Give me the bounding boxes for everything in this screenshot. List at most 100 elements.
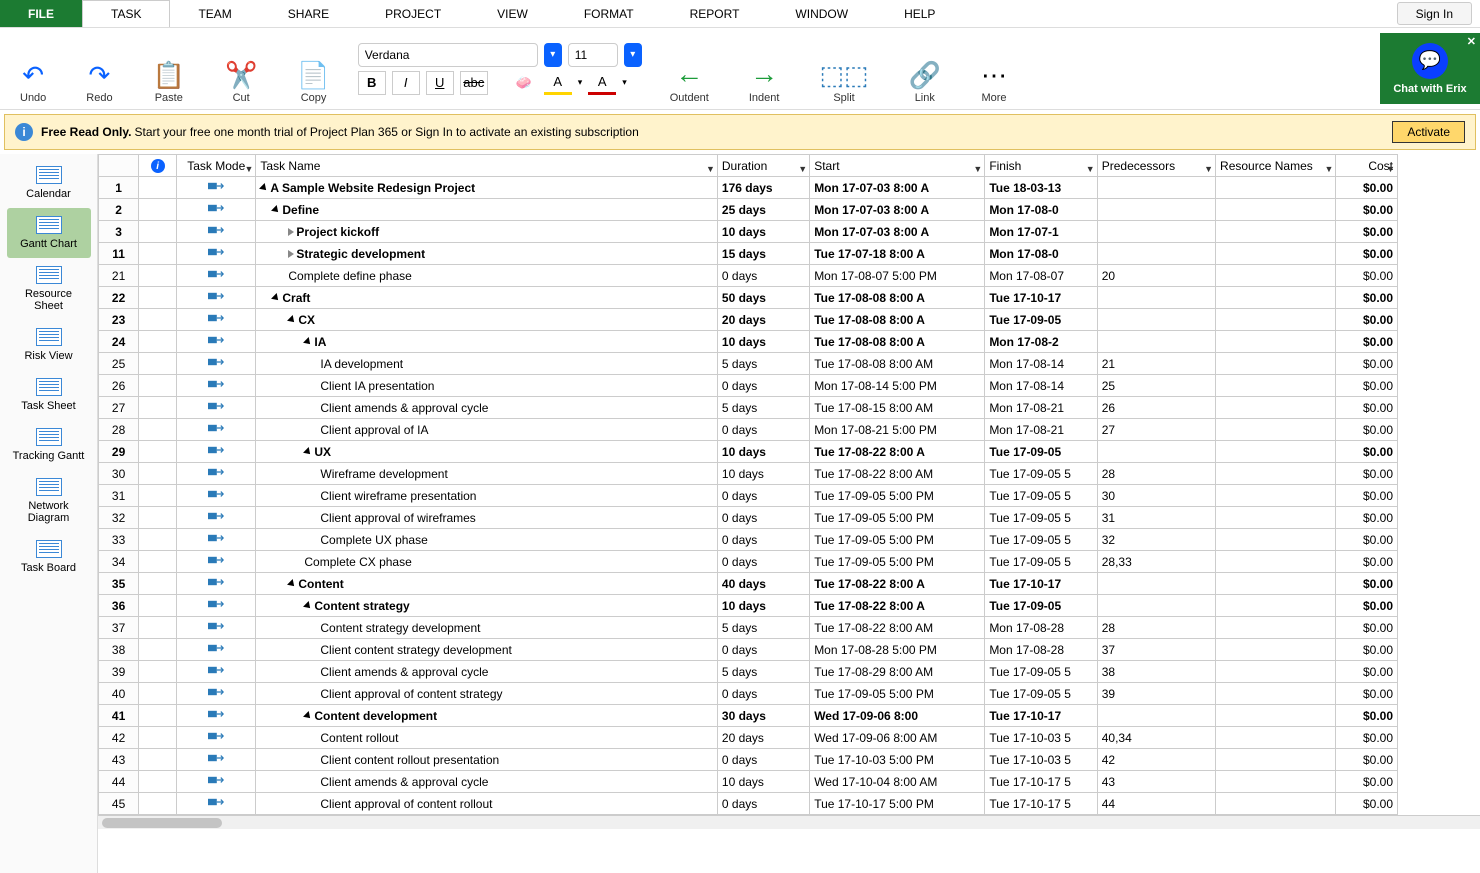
more-group[interactable]: ⋯ More bbox=[961, 33, 1027, 104]
table-row[interactable]: 25IA development5 daysTue 17-08-08 8:00 … bbox=[99, 353, 1398, 375]
sidebar-item-gantt-chart[interactable]: Gantt Chart bbox=[7, 208, 91, 258]
cell[interactable]: 0 days bbox=[717, 551, 809, 573]
cell[interactable]: 10 days bbox=[717, 441, 809, 463]
chat-close-icon[interactable]: ✕ bbox=[1467, 35, 1476, 48]
cell[interactable]: Tue 17-10-17 bbox=[985, 287, 1097, 309]
table-row[interactable]: 43Client content rollout presentation0 d… bbox=[99, 749, 1398, 771]
cell[interactable]: Client amends & approval cycle bbox=[256, 661, 718, 683]
cell[interactable]: 0 days bbox=[717, 683, 809, 705]
cell[interactable] bbox=[139, 771, 177, 793]
cell[interactable]: 0 days bbox=[717, 507, 809, 529]
cell[interactable]: 28 bbox=[1097, 463, 1215, 485]
cell[interactable]: Strategic development bbox=[256, 243, 718, 265]
cell[interactable] bbox=[1216, 529, 1336, 551]
cell[interactable]: 37 bbox=[1097, 639, 1215, 661]
cell[interactable]: 0 days bbox=[717, 419, 809, 441]
menu-project[interactable]: PROJECT bbox=[357, 0, 469, 27]
cell[interactable]: 42 bbox=[1097, 749, 1215, 771]
cell[interactable]: Tue 17-08-22 8:00 A bbox=[810, 441, 985, 463]
cell[interactable]: 44 bbox=[1097, 793, 1215, 815]
cell[interactable] bbox=[177, 331, 256, 353]
cell[interactable]: Tue 17-08-22 8:00 AM bbox=[810, 463, 985, 485]
column-header[interactable]: Task Mode▼ bbox=[177, 155, 256, 177]
menu-window[interactable]: WINDOW bbox=[767, 0, 876, 27]
cell[interactable]: 10 days bbox=[717, 331, 809, 353]
cell[interactable]: Tue 17-09-05 5:00 PM bbox=[810, 683, 985, 705]
cell[interactable]: 1 bbox=[99, 177, 139, 199]
cell[interactable] bbox=[1216, 639, 1336, 661]
column-header[interactable]: Cost▼ bbox=[1336, 155, 1398, 177]
cell[interactable] bbox=[139, 353, 177, 375]
cell[interactable]: 30 days bbox=[717, 705, 809, 727]
cell[interactable]: Complete UX phase bbox=[256, 529, 718, 551]
sidebar-item-task-board[interactable]: Task Board bbox=[7, 532, 91, 582]
cell[interactable]: 44 bbox=[99, 771, 139, 793]
cell[interactable]: 21 bbox=[99, 265, 139, 287]
cell[interactable]: $0.00 bbox=[1336, 507, 1398, 529]
cell[interactable]: Mon 17-08-0 bbox=[985, 243, 1097, 265]
cell[interactable]: Tue 17-09-05 5 bbox=[985, 551, 1097, 573]
filter-icon[interactable]: ▼ bbox=[706, 164, 715, 174]
cell[interactable]: Tue 17-08-29 8:00 AM bbox=[810, 661, 985, 683]
cell[interactable] bbox=[139, 375, 177, 397]
cell[interactable]: 41 bbox=[99, 705, 139, 727]
cell[interactable]: Tue 17-09-05 5 bbox=[985, 485, 1097, 507]
menu-file[interactable]: FILE bbox=[0, 0, 82, 27]
cell[interactable] bbox=[1216, 749, 1336, 771]
table-row[interactable]: 30Wireframe development10 daysTue 17-08-… bbox=[99, 463, 1398, 485]
column-header[interactable]: Duration▼ bbox=[717, 155, 809, 177]
expand-icon[interactable] bbox=[288, 228, 294, 236]
cell[interactable]: 0 days bbox=[717, 793, 809, 815]
cell[interactable] bbox=[177, 639, 256, 661]
cell[interactable]: Mon 17-08-07 5:00 PM bbox=[810, 265, 985, 287]
cell[interactable]: 0 days bbox=[717, 639, 809, 661]
cell[interactable] bbox=[139, 287, 177, 309]
cell[interactable]: Tue 17-10-17 5 bbox=[985, 793, 1097, 815]
cell[interactable]: Tue 17-09-05 5 bbox=[985, 507, 1097, 529]
cell[interactable]: Mon 17-08-28 bbox=[985, 617, 1097, 639]
filter-icon[interactable]: ▼ bbox=[1324, 164, 1333, 174]
cell[interactable]: Client amends & approval cycle bbox=[256, 771, 718, 793]
sidebar-item-risk-view[interactable]: Risk View bbox=[7, 320, 91, 370]
cell[interactable] bbox=[177, 177, 256, 199]
table-row[interactable]: 35Content40 daysTue 17-08-22 8:00 ATue 1… bbox=[99, 573, 1398, 595]
column-header[interactable]: i bbox=[139, 155, 177, 177]
cell[interactable]: 5 days bbox=[717, 661, 809, 683]
font-size-select[interactable] bbox=[568, 43, 618, 67]
cell[interactable] bbox=[1216, 793, 1336, 815]
cell[interactable]: Tue 17-10-03 5 bbox=[985, 727, 1097, 749]
cell[interactable]: Tue 17-09-05 5 bbox=[985, 463, 1097, 485]
cell[interactable]: Tue 17-07-18 8:00 A bbox=[810, 243, 985, 265]
cell[interactable] bbox=[177, 485, 256, 507]
cell[interactable] bbox=[177, 441, 256, 463]
cell[interactable]: A Sample Website Redesign Project bbox=[256, 177, 718, 199]
cell[interactable] bbox=[1097, 331, 1215, 353]
cell[interactable]: Mon 17-08-28 5:00 PM bbox=[810, 639, 985, 661]
filter-icon[interactable]: ▼ bbox=[244, 164, 253, 174]
cell[interactable]: Content strategy bbox=[256, 595, 718, 617]
cell[interactable]: 5 days bbox=[717, 353, 809, 375]
cell[interactable]: Tue 17-08-08 8:00 A bbox=[810, 331, 985, 353]
cell[interactable] bbox=[139, 727, 177, 749]
cell[interactable]: 40 bbox=[99, 683, 139, 705]
cell[interactable]: 20 days bbox=[717, 727, 809, 749]
cell[interactable] bbox=[177, 309, 256, 331]
cell[interactable]: Content strategy development bbox=[256, 617, 718, 639]
cell[interactable]: 30 bbox=[1097, 485, 1215, 507]
cell[interactable] bbox=[177, 749, 256, 771]
cell[interactable]: 2 bbox=[99, 199, 139, 221]
cell[interactable] bbox=[1216, 243, 1336, 265]
cell[interactable]: Tue 17-09-05 5:00 PM bbox=[810, 507, 985, 529]
cell[interactable]: Mon 17-08-21 5:00 PM bbox=[810, 419, 985, 441]
cell[interactable]: Tue 17-08-08 8:00 AM bbox=[810, 353, 985, 375]
cell[interactable] bbox=[1097, 309, 1215, 331]
table-row[interactable]: 34Complete CX phase0 daysTue 17-09-05 5:… bbox=[99, 551, 1398, 573]
cell[interactable]: Tue 17-09-05 5 bbox=[985, 683, 1097, 705]
cell[interactable] bbox=[177, 375, 256, 397]
cell[interactable]: 15 days bbox=[717, 243, 809, 265]
table-row[interactable]: 27Client amends & approval cycle5 daysTu… bbox=[99, 397, 1398, 419]
sidebar-item-task-sheet[interactable]: Task Sheet bbox=[7, 370, 91, 420]
cell[interactable]: $0.00 bbox=[1336, 397, 1398, 419]
cell[interactable]: 25 bbox=[1097, 375, 1215, 397]
cell[interactable]: $0.00 bbox=[1336, 727, 1398, 749]
